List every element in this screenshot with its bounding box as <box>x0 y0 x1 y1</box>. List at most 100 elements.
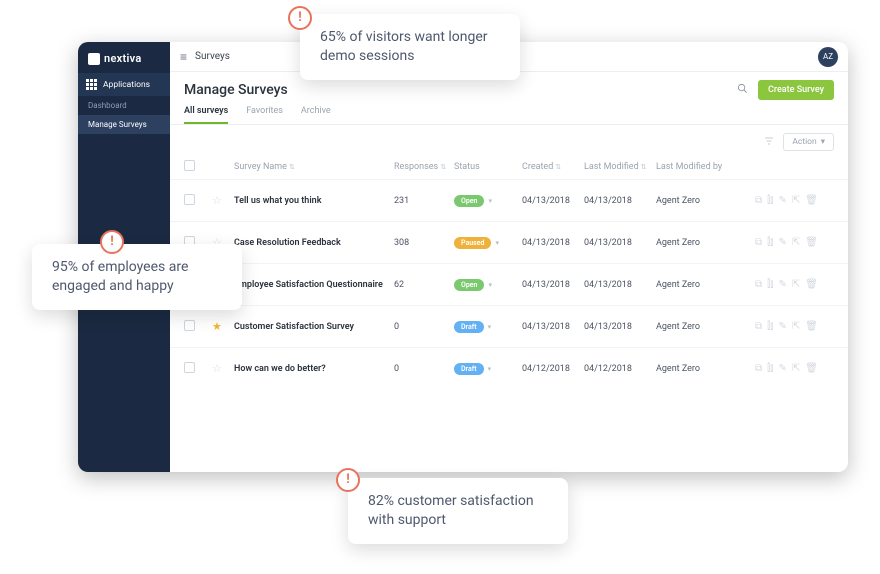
select-all-checkbox[interactable] <box>184 160 195 171</box>
status-cell[interactable]: Paused▾ <box>454 237 522 249</box>
modified-by: Agent Zero <box>656 280 726 290</box>
survey-name: Case Resolution Feedback <box>234 238 394 248</box>
responses-count: 62 <box>394 280 454 290</box>
star-icon[interactable]: ★ <box>212 320 234 333</box>
alert-badge-icon: ! <box>336 468 360 492</box>
survey-name: Employee Satisfaction Questionnaire <box>234 280 394 290</box>
responses-count: 0 <box>394 364 454 374</box>
applications-label: Applications <box>103 80 150 90</box>
delete-icon[interactable]: 🗑 <box>805 195 818 206</box>
callout-text: 95% of employees are engaged and happy <box>52 258 222 296</box>
table-row[interactable]: ★Customer Satisfaction Survey0Draft▾04/1… <box>170 305 848 347</box>
delete-icon[interactable]: 🗑 <box>805 321 818 332</box>
share-icon[interactable]: ⇱ <box>792 237 800 248</box>
row-actions: ⧉ ⫿⫾ ✎ ⇱ 🗑 <box>726 321 818 332</box>
status-pill: Draft <box>454 363 484 375</box>
alert-badge-icon: ! <box>288 6 312 30</box>
bulk-action-button[interactable]: Action ▾ <box>783 133 834 151</box>
row-checkbox[interactable] <box>184 362 195 373</box>
row-actions: ⧉ ⫿⫾ ✎ ⇱ 🗑 <box>726 279 818 290</box>
star-icon[interactable]: ☆ <box>212 362 234 375</box>
col-status: Status <box>454 162 522 172</box>
chart-icon[interactable]: ⫿⫾ <box>767 237 773 248</box>
responses-count: 308 <box>394 238 454 248</box>
delete-icon[interactable]: 🗑 <box>805 363 818 374</box>
edit-icon[interactable]: ✎ <box>779 321 787 332</box>
logo-mark-icon <box>88 53 100 65</box>
sidebar-item-dashboard[interactable]: Dashboard <box>78 96 170 115</box>
share-icon[interactable]: ⇱ <box>792 363 800 374</box>
row-checkbox[interactable] <box>184 194 195 205</box>
sidebar-item-manage-surveys[interactable]: Manage Surveys <box>78 115 170 134</box>
chevron-down-icon: ▾ <box>495 239 499 247</box>
table-row[interactable]: ☆Case Resolution Feedback308Paused▾04/13… <box>170 221 848 263</box>
status-cell[interactable]: Open ▾ <box>454 279 522 291</box>
survey-name: How can we do better? <box>234 364 394 374</box>
col-modified: Last Modified⇅ <box>584 162 656 172</box>
callout-text: 82% customer satisfaction with support <box>368 492 548 530</box>
tab-all-surveys[interactable]: All surveys <box>184 106 228 124</box>
edit-icon[interactable]: ✎ <box>779 195 787 206</box>
status-cell[interactable]: Draft▾ <box>454 321 522 333</box>
chart-icon[interactable]: ⫿⫾ <box>767 363 773 374</box>
action-button-label: Action <box>792 137 816 147</box>
copy-icon[interactable]: ⧉ <box>755 195 762 206</box>
chevron-down-icon: ▾ <box>488 365 492 373</box>
delete-icon[interactable]: 🗑 <box>805 237 818 248</box>
modified-by: Agent Zero <box>656 364 726 374</box>
row-actions: ⧉ ⫿⫾ ✎ ⇱ 🗑 <box>726 195 818 206</box>
status-cell[interactable]: Draft ▾ <box>454 363 522 375</box>
edit-icon[interactable]: ✎ <box>779 363 787 374</box>
status-pill: Open <box>454 279 484 291</box>
modified-date: 04/13/2018 <box>584 196 656 206</box>
modified-by: Agent Zero <box>656 196 726 206</box>
edit-icon[interactable]: ✎ <box>779 237 787 248</box>
responses-count: 0 <box>394 322 454 332</box>
delete-icon[interactable]: 🗑 <box>805 279 818 290</box>
survey-name: Tell us what you think <box>234 196 394 206</box>
modified-date: 04/13/2018 <box>584 322 656 332</box>
created-date: 04/13/2018 <box>522 280 584 290</box>
status-cell[interactable]: Open▾ <box>454 195 522 207</box>
chart-icon[interactable]: ⫿⫾ <box>767 279 773 290</box>
modified-by: Agent Zero <box>656 238 726 248</box>
create-survey-button[interactable]: Create Survey <box>758 80 834 100</box>
share-icon[interactable]: ⇱ <box>792 321 800 332</box>
row-actions: ⧉ ⫿⫾ ✎ ⇱ 🗑 <box>726 363 818 374</box>
copy-icon[interactable]: ⧉ <box>755 237 762 248</box>
modified-date: 04/13/2018 <box>584 238 656 248</box>
page-title: Manage Surveys <box>184 82 288 98</box>
main-content: ≡ Surveys AZ Manage Surveys Create Surve… <box>170 42 848 472</box>
edit-icon[interactable]: ✎ <box>779 279 787 290</box>
tab-archive[interactable]: Archive <box>301 106 331 124</box>
copy-icon[interactable]: ⧉ <box>755 321 762 332</box>
chart-icon[interactable]: ⫿⫾ <box>767 195 773 206</box>
chevron-down-icon: ▾ <box>821 137 825 147</box>
responses-count: 231 <box>394 196 454 206</box>
table-row[interactable]: ☆Employee Satisfaction Questionnaire62Op… <box>170 263 848 305</box>
sidebar-section-applications[interactable]: Applications <box>78 73 170 96</box>
tab-favorites[interactable]: Favorites <box>246 106 283 124</box>
search-icon[interactable] <box>737 83 748 97</box>
applications-grid-icon <box>86 79 97 90</box>
share-icon[interactable]: ⇱ <box>792 279 800 290</box>
status-pill: Open <box>454 195 484 207</box>
copy-icon[interactable]: ⧉ <box>755 279 762 290</box>
chevron-down-icon: ▾ <box>488 281 492 289</box>
brand-logo: nextiva <box>78 42 170 73</box>
chart-icon[interactable]: ⫿⫾ <box>767 321 773 332</box>
modified-date: 04/13/2018 <box>584 280 656 290</box>
table-row[interactable]: ☆Tell us what you think231Open▾ 04/13/201… <box>170 179 848 221</box>
copy-icon[interactable]: ⧉ <box>755 363 762 374</box>
avatar[interactable]: AZ <box>818 47 838 67</box>
share-icon[interactable]: ⇱ <box>792 195 800 206</box>
insight-callout: ! 65% of visitors want longer demo sessi… <box>300 14 520 80</box>
chevron-down-icon: ▾ <box>488 323 492 331</box>
col-responses: Responses⇅ <box>394 162 454 172</box>
filter-icon[interactable] <box>763 135 775 150</box>
table-row[interactable]: ☆How can we do better?0Draft▾04/12/20180… <box>170 347 848 389</box>
star-icon[interactable]: ☆ <box>212 194 234 207</box>
breadcrumb-icon: ≡ <box>180 50 187 64</box>
created-date: 04/13/2018 <box>522 238 584 248</box>
row-checkbox[interactable] <box>184 320 195 331</box>
